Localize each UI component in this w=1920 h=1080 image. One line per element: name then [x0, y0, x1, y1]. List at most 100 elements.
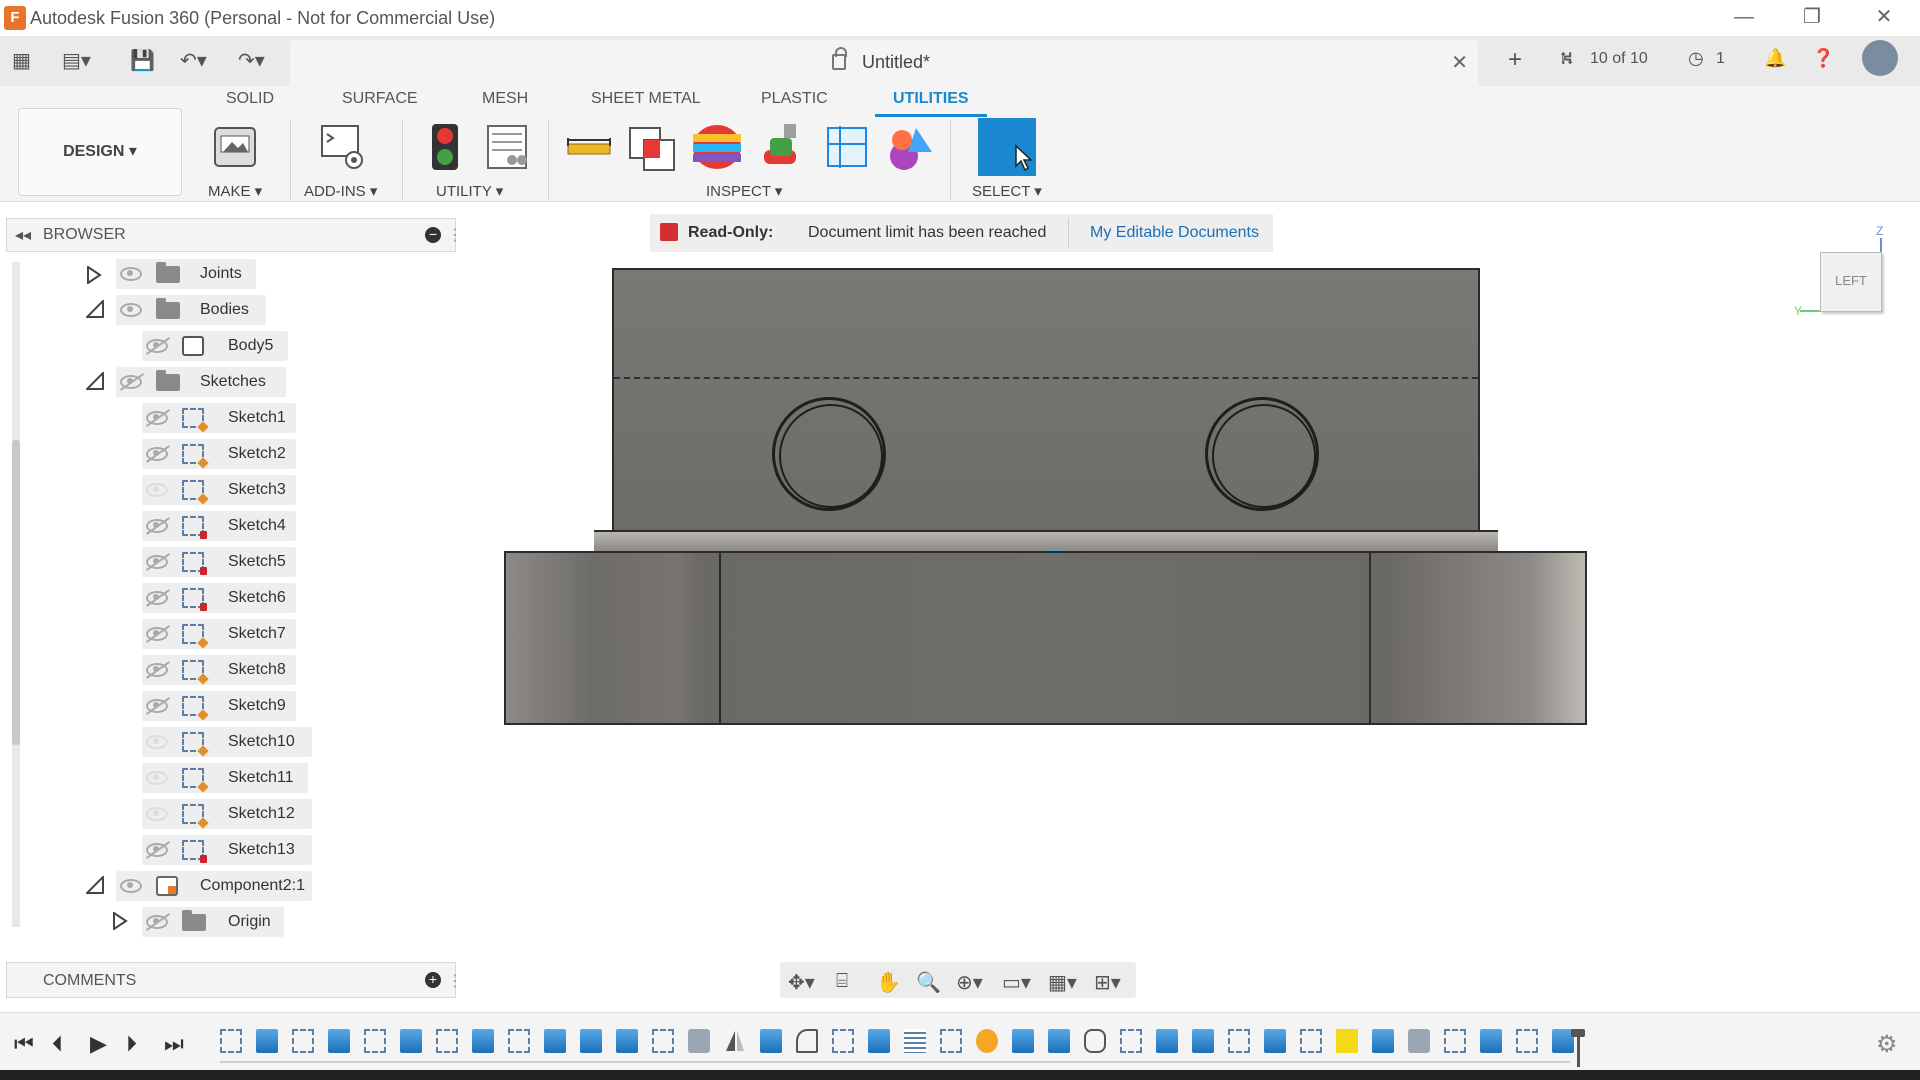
browser-item-bodies[interactable]: Bodies [116, 295, 266, 325]
timeline-sketch-icon[interactable] [508, 1029, 530, 1053]
browser-item-sketch2[interactable]: Sketch2 [142, 439, 296, 469]
timeline-extrude-icon[interactable] [472, 1029, 494, 1053]
close-window-button[interactable]: ✕ [1864, 4, 1904, 30]
timeline-extrude-icon[interactable] [1156, 1029, 1178, 1053]
3d-print-icon[interactable] [210, 122, 260, 172]
timeline-fillet-icon[interactable] [796, 1029, 818, 1053]
hidden-eye-icon[interactable] [146, 339, 168, 353]
new-tab-icon[interactable]: + [1508, 46, 1522, 74]
step-back-icon[interactable]: ⏴ [52, 1031, 63, 1057]
hidden-eye-icon[interactable] [146, 627, 168, 641]
restore-button[interactable]: ❐ [1792, 4, 1832, 30]
browser-item-body5[interactable]: Body5 [142, 331, 288, 361]
document-tab[interactable]: Untitled* ✕ [290, 40, 1478, 86]
timeline-extrude-icon[interactable] [616, 1029, 638, 1053]
view-cube-face-label[interactable]: LEFT [1821, 273, 1881, 288]
user-avatar[interactable] [1862, 40, 1898, 76]
job-status-icon[interactable]: ◷ [1688, 48, 1704, 69]
timeline-mirror-icon[interactable] [724, 1029, 746, 1053]
orbit-icon[interactable]: ✥▾ [788, 970, 815, 995]
hidden-eye-icon[interactable] [146, 447, 168, 461]
select-group-label[interactable]: SELECT ▾ [972, 182, 1042, 200]
add-comment-icon[interactable]: + [425, 972, 441, 988]
model-upper-block[interactable] [612, 268, 1480, 532]
workspace-dropdown[interactable]: DESIGN ▾ [18, 108, 182, 196]
timeline-extrude-icon[interactable] [400, 1029, 422, 1053]
expand-triangle-icon[interactable] [86, 265, 102, 285]
browser-item-sketch12[interactable]: Sketch12 [142, 799, 312, 829]
hidden-eye-icon[interactable] [146, 555, 168, 569]
browser-header[interactable]: ◂◂ BROWSER − ⋮ [6, 218, 463, 252]
pan-hand-icon[interactable]: ✋ [876, 970, 901, 995]
browser-item-sketch7[interactable]: Sketch7 [142, 619, 296, 649]
model-fillet[interactable] [594, 530, 1498, 552]
collapse-triangle-icon[interactable] [84, 298, 104, 318]
redo-icon[interactable]: ↷▾ [238, 48, 265, 74]
visibility-eye-icon[interactable] [146, 483, 168, 497]
visibility-eye-icon[interactable] [120, 879, 142, 893]
file-menu-icon[interactable]: ▤▾ [62, 48, 91, 74]
browser-item-sketch11[interactable]: Sketch11 [142, 763, 308, 793]
timeline-sketch-icon[interactable] [364, 1029, 386, 1053]
go-to-start-icon[interactable]: ⏮ [14, 1031, 34, 1057]
visibility-eye-icon[interactable] [120, 303, 142, 317]
timeline-sketch-icon[interactable] [832, 1029, 854, 1053]
timeline-extrude-icon[interactable] [868, 1029, 890, 1053]
hidden-eye-icon[interactable] [146, 843, 168, 857]
timeline-extrude-icon[interactable] [256, 1029, 278, 1053]
tab-plastic[interactable]: PLASTIC [761, 90, 828, 108]
visibility-eye-icon[interactable] [146, 807, 168, 821]
timeline-sketch-icon[interactable] [652, 1029, 674, 1053]
inspect-group-label[interactable]: INSPECT ▾ [706, 182, 782, 200]
timeline-selected-feature-icon[interactable] [1336, 1029, 1358, 1053]
timeline-extrude-icon[interactable] [1264, 1029, 1286, 1053]
timeline-joint-icon[interactable] [1084, 1029, 1106, 1053]
my-editable-documents-link[interactable]: My Editable Documents [1090, 224, 1259, 242]
make-group-label[interactable]: MAKE ▾ [208, 182, 262, 200]
timeline-marker[interactable] [1571, 1029, 1585, 1067]
timeline-extrude-icon[interactable] [580, 1029, 602, 1053]
look-at-icon[interactable]: ⌸ [836, 970, 848, 993]
select-tool-icon[interactable] [978, 118, 1036, 176]
tab-mesh[interactable]: MESH [482, 90, 528, 108]
tab-sheet-metal[interactable]: SHEET METAL [591, 90, 701, 108]
browser-item-sketch9[interactable]: Sketch9 [142, 691, 296, 721]
tab-utilities[interactable]: UTILITIES [893, 90, 969, 108]
zoom-icon[interactable]: 🔍 [916, 970, 941, 995]
utility-group-label[interactable]: UTILITY ▾ [436, 182, 503, 200]
expand-triangle-icon[interactable] [112, 911, 128, 931]
collapse-triangle-icon[interactable] [84, 874, 104, 894]
scripts-addins-icon[interactable] [318, 122, 368, 172]
timeline-sketch-icon[interactable] [1516, 1029, 1538, 1053]
browser-item-sketch8[interactable]: Sketch8 [142, 655, 296, 685]
hidden-eye-icon[interactable] [146, 591, 168, 605]
panel-grip-icon[interactable]: ⋮ [447, 225, 463, 245]
undo-icon[interactable]: ↶▾ [180, 48, 207, 74]
addins-group-label[interactable]: ADD-INS ▾ [304, 182, 377, 200]
model-base-block[interactable] [504, 551, 1587, 725]
browser-item-sketch4[interactable]: Sketch4 [142, 511, 296, 541]
panel-grip-icon[interactable]: ⋮ [447, 971, 463, 991]
collapse-triangle-icon[interactable] [84, 370, 104, 390]
timeline-combine-icon[interactable] [1048, 1029, 1070, 1053]
fit-zoom-icon[interactable]: ⊕▾ [956, 970, 983, 995]
browser-item-sketch6[interactable]: Sketch6 [142, 583, 296, 613]
grid-settings-icon[interactable]: ▦▾ [1048, 970, 1077, 995]
timeline-component-icon[interactable] [688, 1029, 710, 1053]
timeline-settings-gear-icon[interactable]: ⚙ [1876, 1030, 1898, 1059]
help-icon[interactable]: ❓ [1812, 48, 1834, 69]
browser-item-sketch10[interactable]: Sketch10 [142, 727, 312, 757]
timeline-extrude-icon[interactable] [1372, 1029, 1394, 1053]
model-hole-left[interactable] [772, 397, 886, 511]
close-tab-icon[interactable]: ✕ [1451, 50, 1468, 75]
timeline-thread-icon[interactable] [904, 1029, 926, 1053]
tab-solid[interactable]: SOLID [226, 90, 274, 108]
save-icon[interactable]: 💾 [130, 48, 155, 74]
zebra-analysis-icon[interactable] [692, 122, 742, 172]
display-component-colors-icon[interactable] [886, 122, 936, 172]
hidden-eye-icon[interactable] [146, 519, 168, 533]
browser-item-origin[interactable]: Origin [142, 907, 284, 937]
collapse-panel-icon[interactable]: ◂◂ [15, 225, 31, 245]
go-to-end-icon[interactable]: ⏭ [164, 1031, 184, 1057]
timeline-extrude-icon[interactable] [1480, 1029, 1502, 1053]
